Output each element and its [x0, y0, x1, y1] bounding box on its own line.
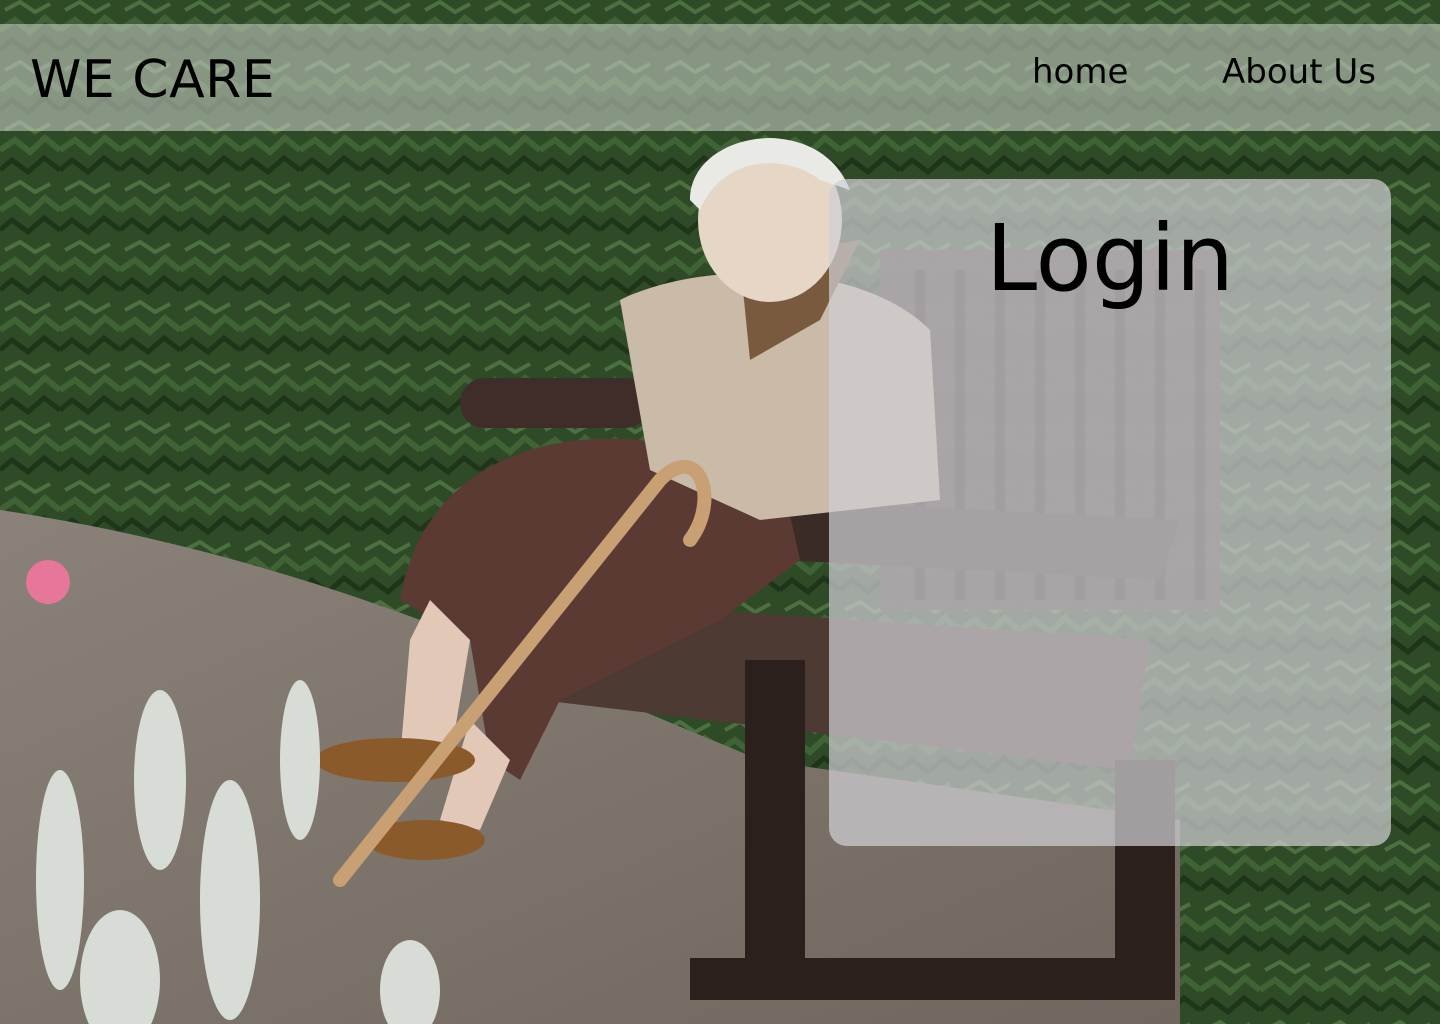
top-navbar: WE CARE home About Us [0, 24, 1440, 131]
nav-link-home[interactable]: home [1032, 52, 1128, 92]
nav-link-about-us[interactable]: About Us [1222, 52, 1376, 92]
login-title: Login [985, 205, 1235, 312]
login-panel: Login [829, 179, 1391, 846]
brand-logo-text[interactable]: WE CARE [30, 50, 275, 110]
